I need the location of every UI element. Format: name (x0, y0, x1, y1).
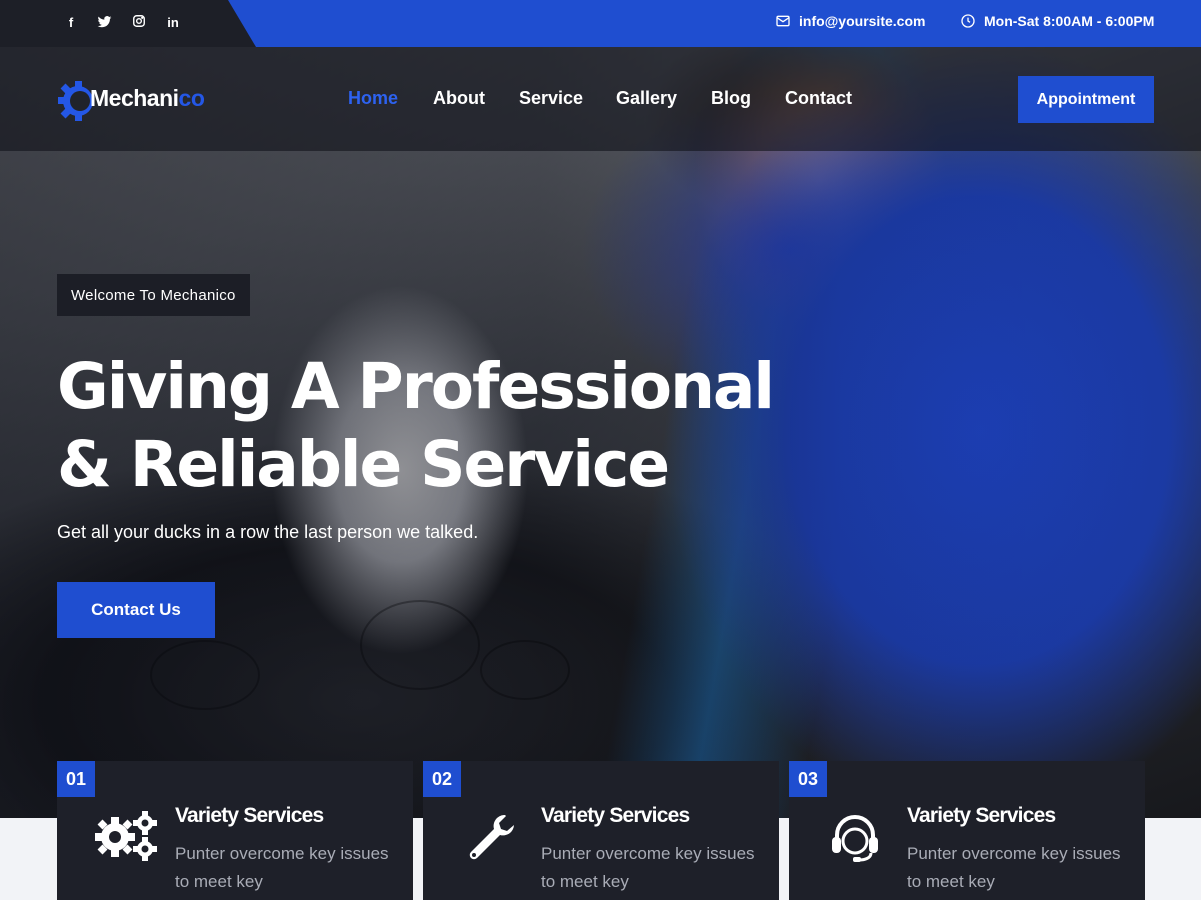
card-title: Variety Services (907, 804, 1056, 827)
card-description: Punter overcome key issues to meet key (541, 844, 755, 891)
card-description: Punter overcome key issues to meet key (175, 844, 389, 891)
card-number: 02 (423, 761, 461, 797)
topbar-hours: Mon-Sat 8:00AM - 6:00PM (960, 13, 1154, 29)
welcome-tag: Welcome To Mechanico (57, 274, 250, 316)
instagram-icon[interactable] (130, 14, 148, 32)
card-number: 01 (57, 761, 95, 797)
site-logo[interactable]: Mechanico (56, 71, 205, 127)
nav-about[interactable]: About (433, 88, 485, 109)
topbar-email[interactable]: info@yoursite.com (775, 13, 925, 29)
service-card-3[interactable]: 03 Variety Services Punter overcome key … (789, 761, 1145, 900)
card-gap (779, 818, 789, 900)
card-number: 03 (789, 761, 827, 797)
email-text: info@yoursite.com (799, 13, 926, 29)
card-title: Variety Services (175, 804, 324, 827)
hours-text: Mon-Sat 8:00AM - 6:00PM (984, 13, 1155, 29)
nav-blog[interactable]: Blog (711, 88, 751, 109)
nav-contact[interactable]: Contact (785, 88, 852, 109)
card-description: Punter overcome key issues to meet key (907, 844, 1121, 891)
clock-icon (961, 14, 975, 28)
linkedin-icon[interactable]: in (164, 14, 182, 32)
headline-line-2: & Reliable Service (57, 428, 670, 501)
nav-gallery[interactable]: Gallery (616, 88, 677, 109)
headline-line-1: Giving A Professional (57, 350, 775, 423)
envelope-icon (776, 15, 790, 27)
headset-icon (832, 815, 878, 862)
card-gap (413, 818, 423, 900)
service-card-1[interactable]: 01 Variety Services Punter overcome key … (57, 761, 413, 900)
twitter-icon[interactable] (95, 14, 113, 32)
hero-headline: Giving A Professional & Reliable Service (57, 348, 777, 504)
gears-icon (95, 811, 157, 861)
wrench-icon (469, 815, 514, 860)
facebook-icon[interactable]: f (62, 14, 80, 32)
appointment-button[interactable]: Appointment (1018, 76, 1154, 123)
service-card-2[interactable]: 02 Variety Services Punter overcome key … (423, 761, 779, 900)
contact-us-button[interactable]: Contact Us (57, 582, 215, 638)
card-title: Variety Services (541, 804, 690, 827)
topbar-social-area (0, 0, 256, 47)
nav-service[interactable]: Service (519, 88, 583, 109)
hero-subtext: Get all your ducks in a row the last per… (57, 522, 479, 542)
nav-home[interactable]: Home (348, 88, 398, 109)
logo-text: Mechanico (90, 85, 205, 111)
